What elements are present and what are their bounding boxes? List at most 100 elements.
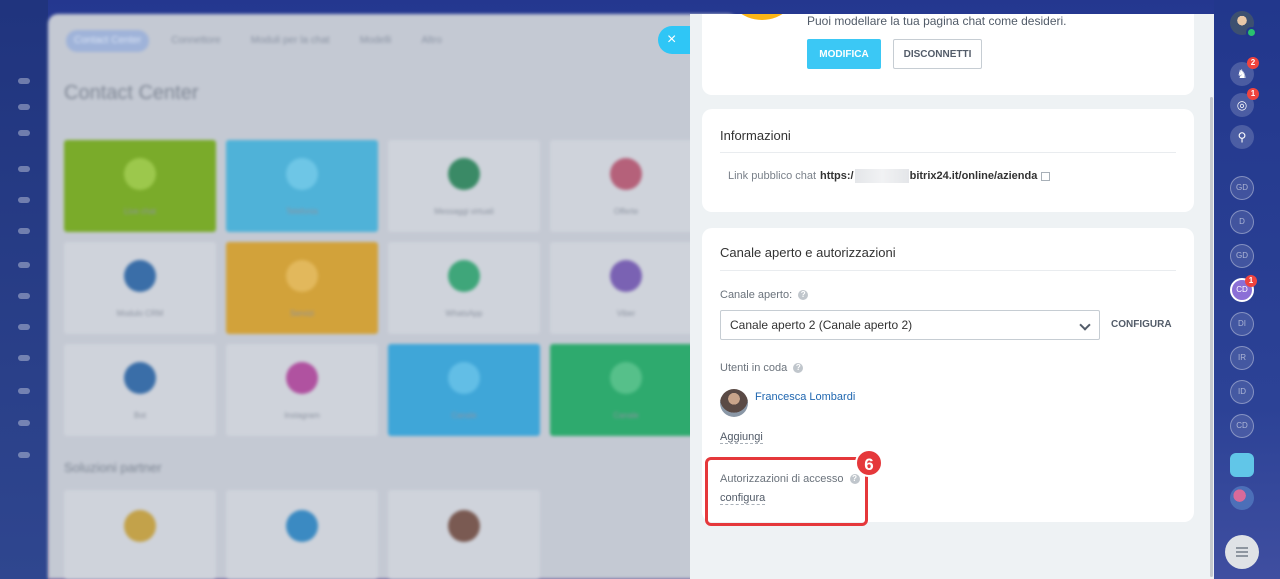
connector-label: Telefonia xyxy=(285,207,319,216)
my-avatar[interactable] xyxy=(1230,11,1257,38)
information-card: Informazioni Link pubblico chat https:/ … xyxy=(702,109,1194,212)
partner-icon xyxy=(124,510,156,542)
background-tabs: Contact Center Connettore Moduli per la … xyxy=(66,30,450,52)
external-link-icon[interactable] xyxy=(1041,171,1051,181)
bg-tab: Modelli xyxy=(359,35,392,46)
right-sidebar: ♞ 2 ◎ 1 ⚲ GD D GD CD 1 DI IR ID CD xyxy=(1214,0,1280,579)
recent-chat-avatar[interactable]: GD xyxy=(1230,176,1254,200)
search-chat-icon[interactable]: ⚲ xyxy=(1230,125,1254,149)
online-status-icon xyxy=(1246,27,1257,38)
chat-initials: CD xyxy=(1236,421,1248,430)
connector-tile: Servizi xyxy=(226,242,378,334)
recent-chat-avatar[interactable]: ID xyxy=(1230,380,1254,404)
nav-item xyxy=(18,355,30,361)
divider xyxy=(720,152,1176,153)
configure-channel-button[interactable]: CONFIGURA xyxy=(1111,319,1172,330)
partner-tile xyxy=(388,490,540,579)
connector-tile: Live chat xyxy=(64,140,216,232)
nav-item xyxy=(18,388,30,394)
information-title: Informazioni xyxy=(720,128,791,143)
queue-user-link[interactable]: Francesca Lombardi xyxy=(755,391,855,403)
open-channel-select[interactable]: Canale aperto 2 (Canale aperto 2) xyxy=(720,310,1100,340)
partner-tile xyxy=(226,490,378,579)
public-chat-link[interactable]: https:/ bitrix24.it/online/azienda xyxy=(820,169,1051,183)
partner-icon xyxy=(448,510,480,542)
recent-chat-avatar[interactable]: D xyxy=(1230,210,1254,234)
connector-label: Bot xyxy=(133,411,146,420)
connector-icon xyxy=(124,362,156,394)
nav-item xyxy=(18,262,30,268)
contact-center-page: Contact Center Connettore Moduli per la … xyxy=(48,14,738,579)
notifications-bell-icon[interactable]: ♞ 2 xyxy=(1230,57,1259,86)
queue-label-text: Utenti in coda xyxy=(720,362,788,374)
connector-tile: Bot xyxy=(64,344,216,436)
recent-chat-avatar[interactable]: CD 1 xyxy=(1230,275,1257,302)
connector-grid: Live chat Telefonia Messaggi virtuali Offer… xyxy=(64,140,724,436)
partner-grid xyxy=(64,490,540,579)
help-icon[interactable]: ? xyxy=(793,363,804,373)
connector-tile: Viber xyxy=(550,242,702,334)
connector-icon xyxy=(448,362,480,394)
public-link-label: Link pubblico chat xyxy=(728,170,817,182)
chat-page-avatar xyxy=(724,14,800,20)
modify-button[interactable]: MODIFICA xyxy=(807,39,881,69)
recent-chat-avatar[interactable]: IR xyxy=(1230,346,1254,370)
connector-icon xyxy=(286,362,318,394)
step-number-badge: 6 xyxy=(855,449,883,477)
partner-tile xyxy=(64,490,216,579)
open-channel-title: Canale aperto e autorizzazioni xyxy=(720,245,896,260)
connector-icon xyxy=(448,158,480,190)
recent-chat-avatar[interactable]: DI xyxy=(1230,312,1254,336)
connector-label: Canale xyxy=(613,411,639,420)
queue-label: Utenti in coda ? xyxy=(720,362,804,374)
chat-initials: CD xyxy=(1236,285,1248,294)
public-link-prefix: https:/ xyxy=(820,170,854,182)
open-channel-label-text: Canale aperto: xyxy=(720,289,793,301)
open-channel-label: Canale aperto: ? xyxy=(720,289,809,301)
selected-channel: Canale aperto 2 (Canale aperto 2) xyxy=(730,318,913,332)
connector-tile: Modulo CRM xyxy=(64,242,216,334)
connector-tile: Offerte xyxy=(550,140,702,232)
chat-initials: DI xyxy=(1238,319,1246,328)
add-user-link[interactable]: Aggiungi xyxy=(720,431,763,444)
connector-icon xyxy=(286,260,318,292)
menu-icon[interactable] xyxy=(1225,535,1259,569)
bg-tab: Moduli per la chat xyxy=(250,35,330,46)
connector-icon xyxy=(286,158,318,190)
unread-badge: 1 xyxy=(1245,275,1257,287)
chat-page-description: Puoi modellare la tua pagina chat come d… xyxy=(807,14,1067,28)
connector-icon xyxy=(124,158,156,190)
help-icon[interactable]: ? xyxy=(798,290,809,300)
slider-scrollbar[interactable] xyxy=(1210,97,1213,577)
user-avatar[interactable] xyxy=(720,389,748,417)
connector-tile: Messaggi virtuali xyxy=(388,140,540,232)
close-icon: × xyxy=(667,31,677,48)
connector-label: Instagram xyxy=(284,411,320,420)
nav-item xyxy=(18,78,30,84)
highlight-callout xyxy=(705,457,868,526)
group-chat-icon[interactable] xyxy=(1230,453,1254,477)
nav-item xyxy=(18,293,30,299)
nav-item xyxy=(18,420,30,426)
connector-tile: Canale xyxy=(550,344,702,436)
background-section-title: Soluzioni partner xyxy=(64,460,162,475)
activity-stream-icon[interactable]: ◎ 1 xyxy=(1230,88,1259,117)
connector-label: Modulo CRM xyxy=(116,309,164,318)
nav-item xyxy=(18,130,30,136)
connector-label: Live chat xyxy=(123,207,157,216)
chat-avatar[interactable] xyxy=(1230,486,1254,510)
disconnect-button[interactable]: DISCONNETTI xyxy=(893,39,982,69)
recent-chat-avatar[interactable]: CD xyxy=(1230,414,1254,438)
connector-icon xyxy=(610,260,642,292)
nav-item xyxy=(18,104,30,110)
connector-tile: Canale xyxy=(388,344,540,436)
chat-initials: ID xyxy=(1238,387,1246,396)
public-link-suffix: bitrix24.it/online/azienda xyxy=(909,170,1038,182)
connector-tile: Instagram xyxy=(226,344,378,436)
background-page-title: Contact Center xyxy=(64,82,199,104)
connector-label: Messaggi virtuali xyxy=(434,207,494,216)
recent-chat-avatar[interactable]: GD xyxy=(1230,244,1254,268)
nav-item xyxy=(18,166,30,172)
chat-initials: GD xyxy=(1236,183,1248,192)
connector-label: Servizi xyxy=(289,309,314,318)
